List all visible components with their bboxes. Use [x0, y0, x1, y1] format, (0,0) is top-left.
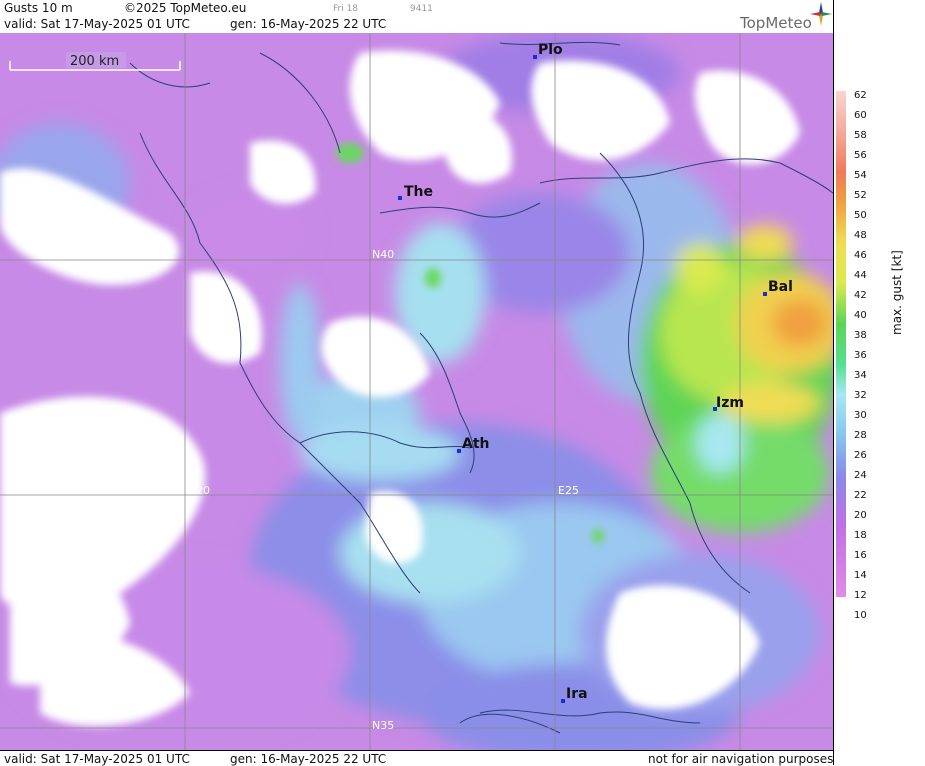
- legend-tick-60: 60: [854, 110, 867, 121]
- gust-map[interactable]: N40 N35 E20 E25 200 km Plo The Bal Izm A…: [0, 33, 833, 750]
- color-legend: 62 60 58 56 54 52 50 48 46 44 42 40 38 36 34 32 30 28 26 24…: [833, 0, 925, 765]
- valid-time: valid: Sat 17-May-2025 01 UTC: [4, 17, 190, 31]
- legend-tick-26: 26: [854, 450, 867, 461]
- legend-tick-52: 52: [854, 190, 867, 201]
- legend-tick-14: 14: [854, 570, 867, 581]
- legend-tick-54: 54: [854, 170, 867, 181]
- city-ath[interactable]: Ath: [457, 436, 490, 453]
- map-footer: valid: Sat 17-May-2025 01 UTC gen: 16-Ma…: [0, 750, 833, 766]
- footer-notice: not for air navigation purposes: [648, 752, 834, 766]
- legend-unit-label: max. gust [kt]: [890, 250, 904, 335]
- legend-tick-36: 36: [854, 350, 867, 361]
- small-code-label: 9411: [410, 4, 433, 14]
- gen-time: gen: 16-May-2025 22 UTC: [230, 17, 387, 31]
- small-day-label: Fri 18: [333, 4, 359, 14]
- city-label-izm: Izm: [716, 395, 744, 411]
- legend-color-bar: [836, 91, 846, 597]
- legend-tick-40: 40: [854, 310, 867, 321]
- scale-bar-label: 200 km: [70, 54, 119, 69]
- city-the[interactable]: The: [398, 184, 433, 200]
- legend-tick-62: 62: [854, 90, 867, 101]
- city-bal[interactable]: Bal: [763, 279, 793, 296]
- legend-tick-24: 24: [854, 470, 867, 481]
- legend-tick-44: 44: [854, 270, 867, 281]
- legend-tick-38: 38: [854, 330, 867, 341]
- city-label-the: The: [404, 184, 433, 200]
- legend-tick-28: 28: [854, 430, 867, 441]
- legend-tick-16: 16: [854, 550, 867, 561]
- legend-tick-42: 42: [854, 290, 867, 301]
- city-label-plo: Plo: [538, 42, 563, 58]
- footer-valid-time: valid: Sat 17-May-2025 01 UTC: [4, 752, 190, 766]
- legend-tick-48: 48: [854, 230, 867, 241]
- legend-tick-10: 10: [854, 610, 867, 621]
- legend-tick-22: 22: [854, 490, 867, 501]
- topmeteo-logo: TopMeteo: [740, 14, 812, 32]
- legend-tick-56: 56: [854, 150, 867, 161]
- legend-tick-46: 46: [854, 250, 867, 261]
- map-header: Gusts 10 m ©2025 TopMeteo.eu Fri 18 9411…: [0, 0, 833, 34]
- city-label-ath: Ath: [462, 436, 490, 452]
- legend-tick-58: 58: [854, 130, 867, 141]
- legend-tick-30: 30: [854, 410, 867, 421]
- city-label-bal: Bal: [768, 279, 793, 295]
- compass-star-icon: [810, 2, 832, 26]
- city-plo[interactable]: Plo: [533, 42, 563, 59]
- grid-label-e25: E25: [558, 484, 579, 497]
- map-canvas: N40 N35 E20 E25 200 km Plo The Bal Izm A…: [0, 33, 833, 750]
- legend-tick-32: 32: [854, 390, 867, 401]
- legend-tick-50: 50: [854, 210, 867, 221]
- legend-tick-34: 34: [854, 370, 867, 381]
- city-label-ira: Ira: [566, 686, 588, 702]
- grid-label-e20: E20: [189, 484, 210, 497]
- footer-gen-time: gen: 16-May-2025 22 UTC: [230, 752, 387, 766]
- legend-tick-18: 18: [854, 530, 867, 541]
- grid-label-n35: N35: [372, 719, 394, 732]
- legend-tick-20: 20: [854, 510, 867, 521]
- legend-tick-12: 12: [854, 590, 867, 601]
- grid-label-n40: N40: [372, 248, 394, 261]
- city-izm[interactable]: Izm: [713, 395, 744, 411]
- copyright: ©2025 TopMeteo.eu: [124, 1, 247, 15]
- product-title: Gusts 10 m: [4, 1, 73, 15]
